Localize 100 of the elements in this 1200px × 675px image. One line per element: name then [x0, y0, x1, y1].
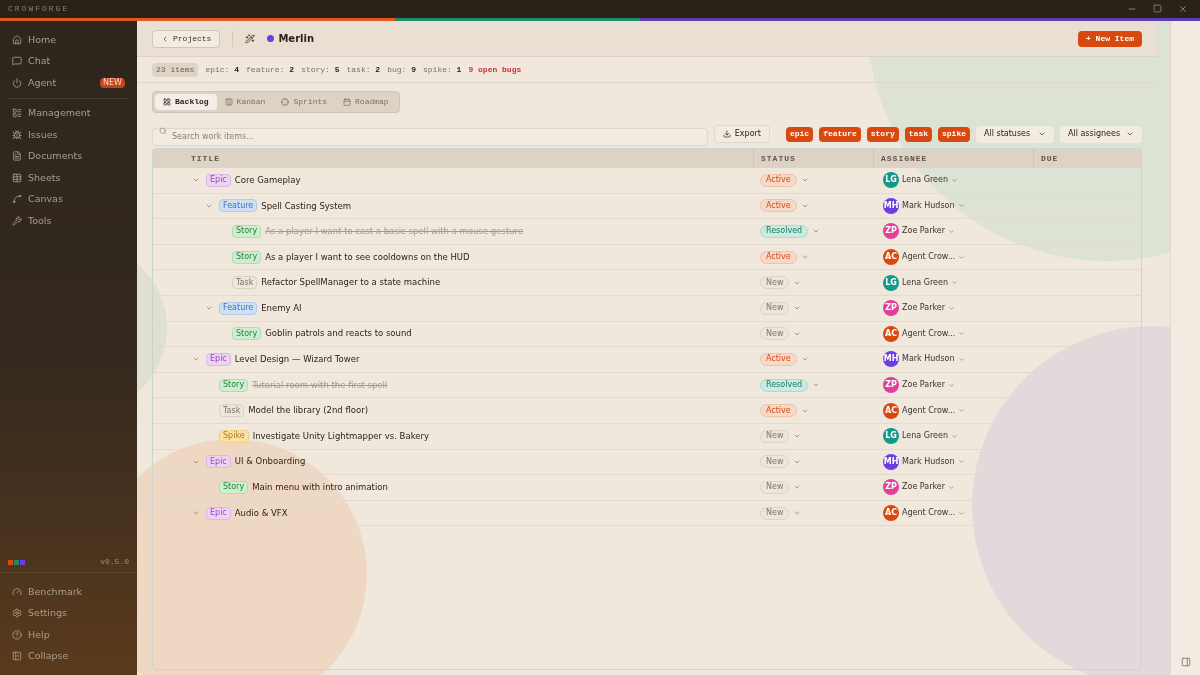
item-title: Goblin patrols and reacts to sound [265, 327, 412, 341]
table-row[interactable]: Task Refactor SpellManager to a state machine New LG Lena Green [153, 270, 1141, 296]
assignee-name: Agent Crow... [902, 327, 956, 340]
table-row[interactable]: Feature Enemy AI New ZP Zoe Parker [153, 295, 1141, 322]
assignee-name: Zoe Parker [902, 481, 946, 494]
assignee-name: Agent Crow... [902, 404, 956, 417]
type-tag: Epic [206, 173, 231, 187]
type-tag: Task [219, 404, 245, 418]
assignee-name: Mark Hudson [902, 353, 955, 366]
view-tab[interactable]: Roadmap [335, 94, 397, 110]
type-tag: Story [232, 327, 262, 341]
avatar: ZP [883, 223, 899, 240]
view-tab[interactable]: Sprints [273, 94, 336, 110]
sidebar-item[interactable]: Benchmark [0, 581, 137, 603]
avatar: ZP [883, 377, 899, 394]
project-title: Merlin [278, 32, 315, 46]
avatar: AC [883, 402, 899, 419]
avatar: LG [883, 274, 899, 291]
type-filter-chip[interactable]: epic [785, 126, 814, 142]
type-tag: Story [232, 250, 262, 264]
sidebar-item[interactable]: Tools [0, 210, 137, 232]
sidebar-item[interactable]: Documents [0, 145, 137, 167]
sidebar-item[interactable]: Chat [0, 50, 137, 72]
version-label: v0.5.0 [100, 556, 129, 568]
item-count: 23 items [152, 62, 199, 77]
status-pill[interactable]: New [760, 327, 790, 341]
status-pill[interactable]: New [760, 455, 790, 469]
type-count: bug: 9 [387, 63, 416, 76]
search-field[interactable]: Search work items... [152, 127, 708, 146]
back-button[interactable]: Projects [152, 29, 221, 48]
type-filter-chip[interactable]: story [866, 126, 899, 142]
status-pill[interactable]: Active [760, 199, 797, 213]
status-pill[interactable]: Active [760, 352, 797, 366]
sidebar-item[interactable]: Settings [0, 602, 137, 624]
assignee-name: Zoe Parker [902, 302, 946, 315]
item-title: Level Design — Wizard Tower [234, 353, 360, 366]
status-pill[interactable]: Resolved [760, 225, 809, 238]
status-pill[interactable]: Active [760, 250, 797, 264]
status-pill[interactable]: Resolved [760, 378, 809, 392]
avatar: AC [883, 505, 899, 521]
assignee-name: Agent Crow... [902, 251, 956, 264]
status-pill[interactable]: Active [760, 173, 797, 187]
new-item-button[interactable]: + New Item [1078, 30, 1142, 47]
type-tag: Story [219, 378, 249, 392]
table-row[interactable]: Story Tutorial room with the first spell Resolved ZP Zoe Parker [153, 372, 1141, 399]
sidebar-item[interactable]: Sheets [0, 167, 137, 189]
type-filter-chip[interactable]: feature [819, 126, 861, 142]
column-header: STATUS [753, 149, 873, 168]
column-header: ASSIGNEE [873, 149, 1033, 168]
table-row[interactable]: Feature Spell Casting System Active MH Mark Hudson [153, 193, 1141, 220]
status-pill[interactable]: New [760, 480, 790, 494]
assignee-name: Zoe Parker [902, 225, 946, 238]
avatar: MH [883, 351, 899, 368]
item-title: Refactor SpellManager to a state machine [261, 276, 441, 290]
item-title: Core Gameplay [234, 173, 301, 187]
avatar: AC [883, 249, 899, 266]
status-pill[interactable]: New [760, 276, 790, 290]
item-title: Spell Casting System [261, 199, 352, 213]
item-title: Audio & VFX [234, 506, 288, 520]
sidebar-item[interactable]: Agent NEW [0, 72, 137, 94]
view-tab[interactable]: Backlog [155, 94, 217, 110]
table-row[interactable]: Story As a player I want to cast a basic spell with a mouse gesture Resolved ZP Zoe Parker [153, 219, 1141, 245]
table-row[interactable]: Epic Level Design — Wizard Tower Active MH Mark Hudson [153, 347, 1141, 373]
assignee-name: Lena Green [902, 174, 948, 187]
avatar: LG [883, 172, 899, 189]
assignee-name: Mark Hudson [902, 455, 955, 468]
type-tag: Epic [206, 352, 231, 366]
table-row[interactable]: Epic UI & Onboarding New MH Mark Hudson [153, 449, 1141, 476]
export-button[interactable]: Export [713, 125, 770, 143]
table-row[interactable]: Epic Audio & VFX New AC Agent Crow... [153, 500, 1141, 527]
type-tag: Feature [219, 199, 258, 213]
open-bugs-label: 9 open bugs [468, 63, 522, 76]
item-title: UI & Onboarding [234, 455, 306, 469]
table-row[interactable]: Epic Core Gameplay Active LG Lena Green [153, 168, 1141, 194]
table-row[interactable]: Spike Investigate Unity Lightmapper vs. Bakery New LG Lena Green [153, 423, 1141, 450]
sidebar-item[interactable]: Canvas [0, 188, 137, 210]
table-row[interactable]: Story Main menu with intro animation New ZP Zoe Parker [153, 475, 1141, 501]
avatar: MH [883, 197, 899, 214]
status-pill[interactable]: Active [760, 404, 797, 418]
table-row[interactable]: Story As a player I want to see cooldowns on the HUD Active AC Agent Crow... [153, 244, 1141, 271]
column-header: DUE [1033, 149, 1141, 168]
sidebar-item[interactable]: Issues [0, 124, 137, 146]
status-pill[interactable]: New [760, 301, 790, 315]
type-tag: Story [232, 225, 262, 238]
status-pill[interactable]: New [760, 429, 790, 443]
sidebar-item[interactable]: Help [0, 624, 137, 646]
new-badge: NEW [100, 77, 125, 88]
type-tag: Spike [219, 429, 249, 443]
view-tab[interactable]: Kanban [216, 94, 274, 110]
sidebar-item[interactable]: Collapse [0, 645, 137, 667]
table-row[interactable]: Story Goblin patrols and reacts to sound New AC Agent Crow... [153, 321, 1141, 348]
type-tag: Epic [206, 455, 231, 469]
type-count: feature: 2 [246, 63, 295, 76]
item-title: As a player I want to see cooldowns on the HUD [265, 250, 470, 264]
sidebar-item[interactable]: Management [0, 102, 137, 124]
table-row[interactable]: Task Model the library (2nd floor) Active AC Agent Crow... [153, 398, 1141, 424]
status-pill[interactable]: New [760, 506, 790, 520]
sidebar-item[interactable]: Home [0, 29, 137, 51]
item-title: Investigate Unity Lightmapper vs. Bakery [252, 429, 430, 443]
item-title: Enemy AI [261, 301, 302, 315]
